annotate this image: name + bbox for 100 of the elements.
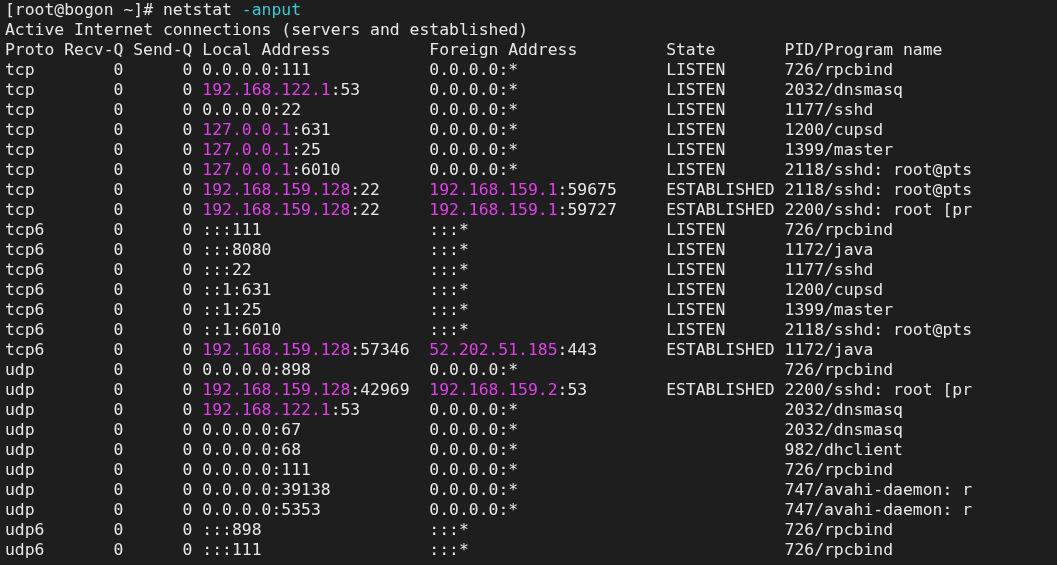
recv-q-cell: 0 [113, 180, 124, 200]
proto-cell: udp [5, 420, 35, 440]
foreign-address-cell: 0.0.0.0:* [429, 120, 519, 140]
program-cell: 1177/sshd [784, 260, 874, 280]
send-q-cell: 0 [182, 360, 193, 380]
local-address-cell: :::898 [202, 520, 262, 540]
foreign-address-cell: 0.0.0.0:* [429, 160, 519, 180]
proto-cell: udp [5, 500, 35, 520]
proto-cell: tcp6 [5, 220, 45, 240]
state-cell: ESTABLISHED [666, 200, 775, 220]
proto-cell: tcp [5, 160, 35, 180]
local-address-cell: ::1:25 [202, 300, 262, 320]
foreign-address-cell: :::* [429, 220, 469, 240]
program-cell: 1172/java [784, 340, 874, 360]
send-q-cell: 0 [182, 420, 193, 440]
send-q-cell: 0 [182, 280, 193, 300]
local-address-cell: 0.0.0.0:68 [202, 440, 301, 460]
local-address-cell: 0.0.0.0:5353 [202, 500, 321, 520]
foreign-address-cell: 192.168.159.2:53 [429, 380, 588, 400]
local-address-cell: ::1:631 [202, 280, 272, 300]
program-cell: 982/dhclient [784, 440, 903, 460]
state-header: State [666, 40, 716, 60]
foreign-address-cell: 0.0.0.0:* [429, 140, 519, 160]
state-cell: LISTEN [666, 260, 726, 280]
foreign-address-cell: :::* [429, 280, 469, 300]
local-address-cell: 0.0.0.0:111 [202, 460, 311, 480]
foreign-address-cell: :::* [429, 540, 469, 560]
state-cell: LISTEN [666, 80, 726, 100]
proto-cell: tcp [5, 180, 35, 200]
send-q-cell: 0 [182, 180, 193, 200]
send-q-header: Send-Q [133, 40, 193, 60]
proto-cell: udp [5, 380, 35, 400]
foreign-address-cell: 0.0.0.0:* [429, 480, 519, 500]
foreign-address-cell: :::* [429, 240, 469, 260]
state-cell: LISTEN [666, 140, 726, 160]
program-cell: 747/avahi-daemon: r [784, 500, 973, 520]
foreign-address-cell: 0.0.0.0:* [429, 100, 519, 120]
program-cell: 726/rpcbind [784, 520, 894, 540]
program-cell: 1200/cupsd [784, 120, 884, 140]
local-address-cell: :::8080 [202, 240, 272, 260]
recv-q-cell: 0 [113, 480, 124, 500]
state-cell: LISTEN [666, 160, 726, 180]
recv-q-cell: 0 [113, 120, 124, 140]
proto-cell: udp6 [5, 520, 45, 540]
foreign-address-cell: 52.202.51.185:443 [429, 340, 598, 360]
send-q-cell: 0 [182, 380, 193, 400]
proto-cell: tcp6 [5, 320, 45, 340]
program-cell: 726/rpcbind [784, 220, 894, 240]
local-address-cell: 0.0.0.0:67 [202, 420, 301, 440]
proto-cell: udp [5, 360, 35, 380]
program-cell: 2200/sshd: root [pr [784, 200, 973, 220]
program-cell: 2032/dnsmasq [784, 420, 903, 440]
foreign-address-header: Foreign Address [429, 40, 578, 60]
proto-cell: tcp6 [5, 260, 45, 280]
foreign-address-cell: 0.0.0.0:* [429, 500, 519, 520]
foreign-address-cell: :::* [429, 520, 469, 540]
local-address-cell: 192.168.159.128:22 [202, 200, 380, 220]
recv-q-cell: 0 [113, 520, 124, 540]
local-address-cell: 127.0.0.1:25 [202, 140, 321, 160]
program-cell: 2118/sshd: root@pts [784, 180, 973, 200]
proto-cell: tcp [5, 100, 35, 120]
local-address-cell: :::111 [202, 220, 262, 240]
recv-q-cell: 0 [113, 420, 124, 440]
foreign-address-cell: :::* [429, 320, 469, 340]
local-address-cell: :::22 [202, 260, 252, 280]
foreign-address-cell: 0.0.0.0:* [429, 80, 519, 100]
recv-q-cell: 0 [113, 280, 124, 300]
state-cell: LISTEN [666, 60, 726, 80]
foreign-address-cell: 0.0.0.0:* [429, 440, 519, 460]
local-address-cell: 192.168.159.128:57346 [202, 340, 410, 360]
state-cell: LISTEN [666, 280, 726, 300]
local-address-cell: 0.0.0.0:39138 [202, 480, 331, 500]
recv-q-header: Recv-Q [64, 40, 124, 60]
program-cell: 726/rpcbind [784, 360, 894, 380]
send-q-cell: 0 [182, 400, 193, 420]
recv-q-cell: 0 [113, 60, 124, 80]
foreign-address-cell: 0.0.0.0:* [429, 60, 519, 80]
send-q-cell: 0 [182, 140, 193, 160]
foreign-address-cell: :::* [429, 260, 469, 280]
program-cell: 726/rpcbind [784, 540, 894, 560]
send-q-cell: 0 [182, 460, 193, 480]
proto-cell: udp6 [5, 540, 45, 560]
local-address-cell: 192.168.122.1:53 [202, 80, 361, 100]
program-cell: 1177/sshd [784, 100, 874, 120]
proto-header: Proto [5, 40, 55, 60]
foreign-address-cell: 192.168.159.1:59727 [429, 200, 617, 220]
state-cell: ESTABLISHED [666, 180, 775, 200]
recv-q-cell: 0 [113, 100, 124, 120]
recv-q-cell: 0 [113, 140, 124, 160]
foreign-address-cell: :::* [429, 300, 469, 320]
send-q-cell: 0 [182, 200, 193, 220]
local-address-cell: 192.168.159.128:42969 [202, 380, 410, 400]
send-q-cell: 0 [182, 80, 193, 100]
recv-q-cell: 0 [113, 80, 124, 100]
send-q-cell: 0 [182, 520, 193, 540]
foreign-address-cell: 0.0.0.0:* [429, 420, 519, 440]
recv-q-cell: 0 [113, 540, 124, 560]
send-q-cell: 0 [182, 100, 193, 120]
recv-q-cell: 0 [113, 200, 124, 220]
send-q-cell: 0 [182, 340, 193, 360]
